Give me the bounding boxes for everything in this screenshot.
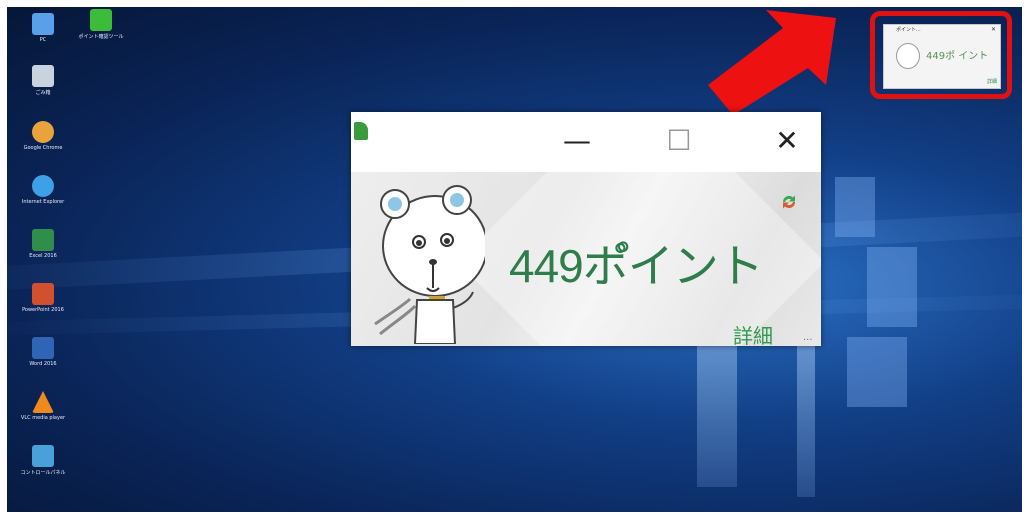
- powerpoint-icon: [32, 283, 54, 305]
- bear-mascot-icon: [374, 185, 485, 344]
- desktop-icon-vlc[interactable]: VLC media player: [15, 391, 71, 421]
- bear-mascot-icon: [896, 43, 920, 69]
- refresh-icon[interactable]: [777, 190, 801, 214]
- popup-content: 449ポ゚イント 詳細 ...: [351, 172, 821, 346]
- details-link[interactable]: 詳細: [733, 320, 773, 346]
- desktop-icon-label: Internet Explorer: [21, 199, 65, 205]
- points-popup-window: — ☐ ✕ 449ポ゚イント 詳細 ...: [351, 112, 821, 346]
- desktop-icon-label: PC: [39, 37, 47, 43]
- app-logo-icon: [354, 122, 368, 140]
- thumbnail-title: ポイント...: [896, 27, 921, 33]
- highlighted-tray-thumbnail[interactable]: ポイント... ✕ 449ポ イント 詳細: [870, 11, 1012, 99]
- excel-icon: [32, 229, 54, 251]
- logo-tile: [835, 177, 875, 237]
- word-icon: [32, 337, 54, 359]
- title-bar: — ☐ ✕: [351, 112, 821, 172]
- desktop-icon-label: コントロールパネル: [20, 470, 66, 476]
- desktop-icon-points-app[interactable]: ポイント確認ツール: [73, 9, 129, 40]
- desktop-icon-label: VLC media player: [20, 415, 66, 421]
- internet-explorer-icon: [32, 175, 54, 197]
- desktop-icon-excel[interactable]: Excel 2016: [15, 229, 71, 259]
- desktop-icon-powerpoint[interactable]: PowerPoint 2016: [15, 283, 71, 313]
- desktop-icon-pc[interactable]: PC: [15, 13, 71, 43]
- chrome-icon: [32, 121, 54, 143]
- logo-tile: [867, 247, 917, 327]
- thumbnail-details: 詳細: [986, 79, 997, 85]
- maximize-button[interactable]: ☐: [659, 126, 699, 156]
- desktop-icon-label: PowerPoint 2016: [22, 307, 64, 313]
- desktop-icon-word[interactable]: Word 2016: [15, 337, 71, 367]
- minimize-button[interactable]: —: [557, 126, 597, 156]
- more-ellipsis: ...: [803, 332, 813, 343]
- thumbnail-close-icon: ✕: [990, 26, 996, 33]
- recycle-bin-icon: [32, 65, 54, 87]
- close-button[interactable]: ✕: [767, 126, 807, 156]
- desktop-icon-label: Excel 2016: [29, 253, 57, 259]
- red-arrow-icon: [708, 10, 836, 115]
- thumbnail-points: 449ポ イント: [926, 51, 989, 62]
- desktop-icon-control-panel[interactable]: コントロールパネル: [15, 445, 71, 476]
- logo-tile: [847, 337, 907, 407]
- desktop-icon-label: Google Chrome: [23, 145, 63, 151]
- desktop-icon-chrome[interactable]: Google Chrome: [15, 121, 71, 151]
- control-panel-icon: [32, 445, 54, 467]
- desktop-icon-label: Word 2016: [29, 361, 57, 367]
- desktop-icon-recycle-bin[interactable]: ごみ箱: [15, 65, 71, 96]
- desktop-icon-label: ポイント確認ツール: [78, 34, 124, 40]
- points-app-shortcut-icon: [90, 9, 112, 31]
- points-display: 449ポ゚イント: [509, 240, 764, 292]
- desktop-icon-internet-explorer[interactable]: Internet Explorer: [15, 175, 71, 205]
- desktop-icon-label: ごみ箱: [35, 90, 51, 96]
- vlc-icon: [32, 391, 54, 413]
- thumbnail-window: ポイント... ✕ 449ポ イント 詳細: [883, 24, 1001, 89]
- pc-icon: [32, 13, 54, 35]
